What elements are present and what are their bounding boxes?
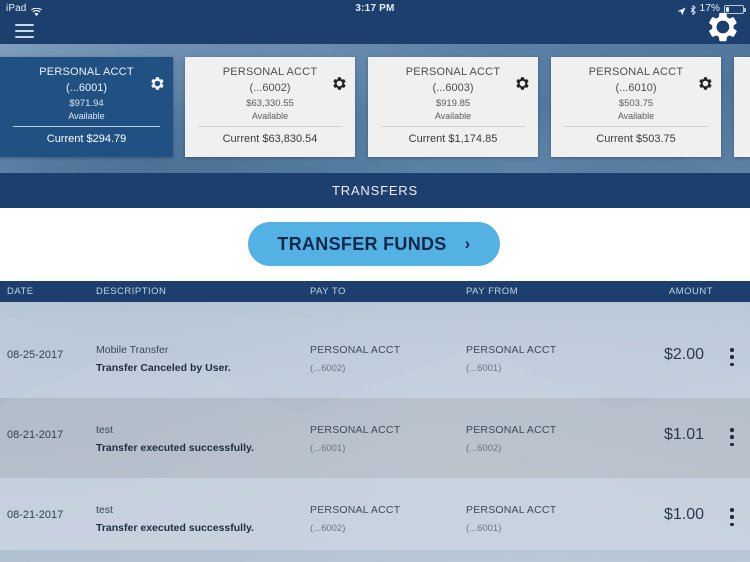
- cell-pay-from: PERSONAL ACCT (...6001): [466, 500, 556, 536]
- available-amount: $63,330.55: [246, 98, 294, 109]
- cell-description: test Transfer executed successfully.: [96, 420, 254, 456]
- pay-from-number: (...6001): [466, 523, 502, 534]
- bluetooth-icon: [690, 4, 696, 16]
- pay-to-name: PERSONAL ACCT: [310, 504, 401, 516]
- account-name: PERSONAL ACCT: [39, 66, 134, 78]
- available-label: Available: [251, 111, 289, 121]
- table-row[interactable]: 08-21-2017 test Transfer executed succes…: [0, 398, 750, 478]
- description-status: Transfer Canceled by User.: [96, 362, 231, 374]
- cell-pay-from: PERSONAL ACCT (...6002): [466, 420, 556, 456]
- account-card-6002[interactable]: PERSONAL ACCT (...6002) $63,330.55 Avail…: [185, 57, 355, 157]
- cell-date: 08-21-2017: [7, 509, 64, 521]
- section-title-transfers: TRANSFERS: [0, 173, 750, 208]
- column-header-pay-to: PAY TO: [310, 286, 346, 297]
- account-card-6001[interactable]: PERSONAL ACCT (...6001) $971.94 Availabl…: [0, 57, 173, 157]
- description-status: Transfer executed successfully.: [96, 442, 254, 454]
- gear-icon[interactable]: [698, 76, 713, 91]
- pay-from-name: PERSONAL ACCT: [466, 424, 557, 436]
- gear-icon[interactable]: [706, 10, 740, 44]
- pay-from-number: (...6001): [466, 363, 502, 374]
- account-number: (...6003): [432, 82, 474, 94]
- gear-icon[interactable]: [150, 76, 165, 91]
- pay-from-name: PERSONAL ACCT: [466, 344, 557, 356]
- account-card-6003[interactable]: PERSONAL ACCT (...6003) $919.85 Availabl…: [368, 57, 538, 157]
- current-balance: Current $1,174.85: [408, 133, 498, 145]
- table-row[interactable]: 08-21-2017 test Transfer executed succes…: [0, 478, 750, 550]
- action-area: TRANSFER FUNDS ›: [0, 208, 750, 281]
- account-card-next-partial[interactable]: [734, 57, 750, 157]
- account-name: PERSONAL ACCT: [222, 66, 318, 78]
- cell-pay-to: PERSONAL ACCT (...6002): [310, 340, 400, 376]
- hamburger-menu-icon[interactable]: [15, 18, 39, 44]
- cell-amount: $1.00: [663, 506, 704, 523]
- available-label: Available: [434, 111, 472, 121]
- location-arrow-icon: [677, 5, 686, 15]
- available-label: Available: [617, 111, 655, 121]
- transactions-table-body[interactable]: 08-25-2017 Mobile Transfer Transfer Canc…: [0, 302, 750, 562]
- section-title-label: TRANSFERS: [332, 183, 418, 198]
- cell-amount: $2.00: [663, 346, 704, 363]
- ipad-banking-app: iPad 3:17 PM 17% PERSONAL ACCT (...6001)…: [0, 0, 750, 562]
- kebab-menu-icon[interactable]: [724, 506, 740, 528]
- gear-icon[interactable]: [515, 76, 530, 91]
- cell-date: 08-25-2017: [7, 349, 64, 361]
- table-row[interactable]: 08-25-2017 Mobile Transfer Transfer Canc…: [0, 318, 750, 398]
- current-balance: Current $63,830.54: [222, 133, 318, 145]
- account-name: PERSONAL ACCT: [588, 66, 684, 78]
- current-balance: Current $503.75: [596, 133, 676, 145]
- pay-to-number: (...6001): [310, 443, 346, 454]
- description-title: test: [96, 504, 113, 516]
- pay-to-name: PERSONAL ACCT: [310, 344, 401, 356]
- column-header-date: DATE: [7, 286, 34, 297]
- cell-pay-to: PERSONAL ACCT (...6002): [310, 500, 400, 536]
- available-amount: $503.75: [618, 98, 654, 109]
- account-cards-strip[interactable]: PERSONAL ACCT (...6001) $971.94 Availabl…: [0, 57, 750, 163]
- pay-to-number: (...6002): [310, 363, 346, 374]
- available-amount: $971.94: [69, 98, 104, 109]
- cell-description: Mobile Transfer Transfer Canceled by Use…: [96, 340, 231, 376]
- ios-status-bar: iPad 3:17 PM 17%: [0, 0, 750, 18]
- cell-amount: $1.01: [663, 426, 704, 443]
- column-header-description: DESCRIPTION: [96, 286, 167, 297]
- account-name: PERSONAL ACCT: [405, 66, 501, 78]
- chevron-right-icon: ›: [464, 234, 471, 253]
- pay-to-number: (...6002): [310, 523, 346, 534]
- cell-date: 08-21-2017: [7, 429, 64, 441]
- description-title: Mobile Transfer: [96, 344, 169, 356]
- available-amount: $919.85: [435, 98, 471, 109]
- status-bar-time: 3:17 PM: [355, 3, 395, 14]
- kebab-menu-icon[interactable]: [724, 346, 740, 368]
- account-number: (...6010): [615, 82, 657, 94]
- available-label: Available: [68, 111, 105, 121]
- description-status: Transfer executed successfully.: [96, 522, 254, 534]
- gear-icon[interactable]: [332, 76, 347, 91]
- transfer-funds-label: TRANSFER FUNDS: [277, 233, 447, 254]
- cell-pay-from: PERSONAL ACCT (...6001): [466, 340, 556, 376]
- account-number: (...6002): [249, 82, 291, 94]
- transfer-funds-button[interactable]: TRANSFER FUNDS ›: [248, 222, 500, 266]
- column-header-amount: AMOUNT: [668, 286, 713, 297]
- description-title: test: [96, 424, 113, 436]
- pay-to-name: PERSONAL ACCT: [310, 424, 401, 436]
- cell-pay-to: PERSONAL ACCT (...6001): [310, 420, 400, 456]
- pay-from-name: PERSONAL ACCT: [466, 504, 557, 516]
- account-number: (...6001): [66, 82, 107, 94]
- transactions-table-header: DATE DESCRIPTION PAY TO PAY FROM AMOUNT: [0, 281, 750, 302]
- app-navigation-bar: [0, 18, 750, 44]
- column-header-pay-from: PAY FROM: [466, 286, 519, 297]
- kebab-menu-icon[interactable]: [724, 426, 740, 448]
- table-top-spacer: [0, 302, 750, 318]
- current-balance: Current $294.79: [46, 133, 127, 145]
- pay-from-number: (...6002): [466, 443, 502, 454]
- account-card-6010[interactable]: PERSONAL ACCT (...6010) $503.75 Availabl…: [551, 57, 721, 157]
- cell-description: test Transfer executed successfully.: [96, 500, 254, 536]
